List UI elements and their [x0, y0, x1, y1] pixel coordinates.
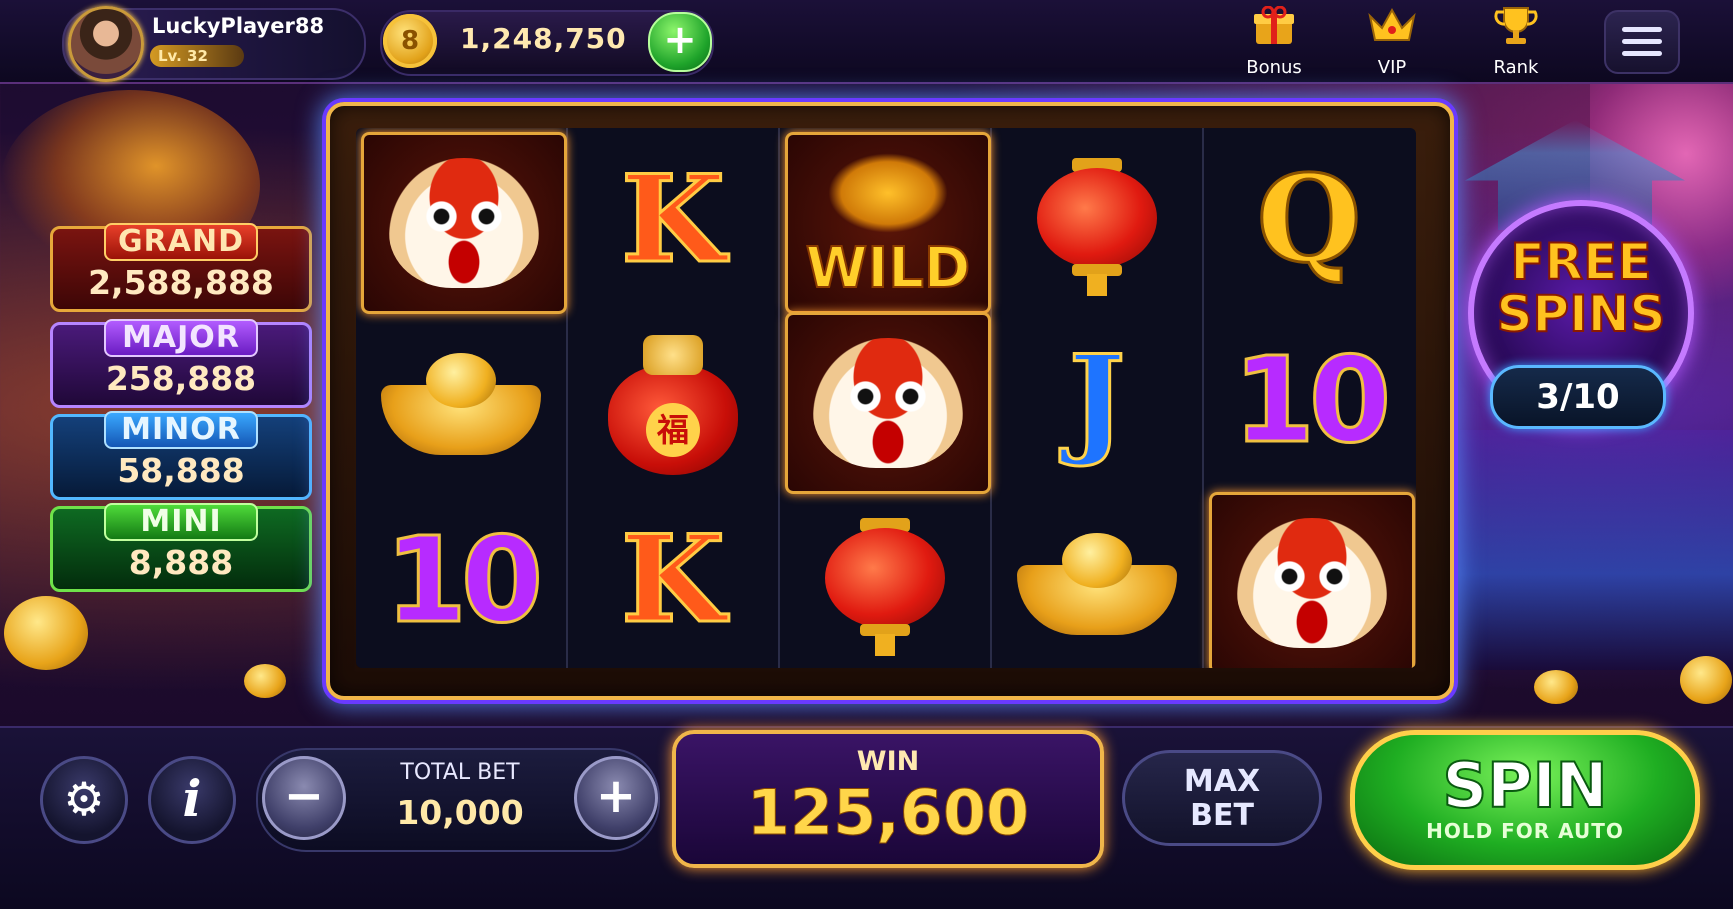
- max-bet-button[interactable]: MAX BET: [1122, 750, 1322, 846]
- nav-label: Rank: [1493, 57, 1539, 78]
- lion-dance-icon: [1237, 518, 1387, 648]
- player-level-badge: Lv. 32: [150, 45, 244, 67]
- menu-button[interactable]: [1604, 10, 1680, 74]
- trophy-icon: [1474, 6, 1558, 57]
- city-skyline-decoration: [1430, 430, 1733, 670]
- rank-button[interactable]: Rank: [1474, 6, 1558, 78]
- increase-bet-button[interactable]: +: [574, 756, 658, 840]
- spin-subtitle: HOLD FOR AUTO: [1426, 819, 1624, 843]
- lion-dance-icon: [813, 338, 963, 468]
- win-panel: WIN 125,600: [672, 730, 1104, 868]
- symbol-queen: Q: [1209, 132, 1409, 308]
- symbol-ten: 10: [361, 492, 561, 668]
- jack-symbol: J: [1067, 329, 1127, 470]
- avatar[interactable]: [68, 6, 144, 82]
- jackpot-minor: MINOR 58,888: [50, 411, 312, 500]
- jackpot-major-value: 258,888: [105, 359, 257, 398]
- gold-ingot-icon: [1017, 525, 1177, 635]
- total-bet-value: 10,000: [396, 793, 524, 832]
- player-name: LuckyPlayer88: [152, 14, 325, 38]
- free-spins-line2: SPINS: [1495, 285, 1666, 343]
- lantern-icon: [1032, 150, 1162, 296]
- king-symbol: K: [619, 509, 726, 650]
- jackpot-mini-value: 8,888: [128, 543, 234, 582]
- jackpot-major-label: MAJOR: [104, 319, 258, 357]
- symbol-gold-ingot: [361, 312, 561, 488]
- jackpot-major: MAJOR 258,888: [50, 319, 312, 408]
- symbol-lucky-bag: 福: [573, 312, 773, 488]
- nav-label: Bonus: [1246, 57, 1302, 78]
- lantern-icon: [820, 510, 950, 656]
- lion-dance-icon: [389, 158, 539, 288]
- symbol-lion-dance: [1209, 492, 1415, 668]
- jackpot-grand-value: 2,588,888: [88, 263, 274, 302]
- spin-button[interactable]: SPIN HOLD FOR AUTO: [1350, 730, 1700, 870]
- dragon-icon: [828, 153, 948, 233]
- fu-character: 福: [646, 403, 700, 457]
- info-icon: i: [182, 769, 202, 828]
- symbol-lion-dance: [785, 312, 991, 494]
- jackpot-grand-label: GRAND: [104, 223, 258, 261]
- add-coins-button[interactable]: +: [648, 12, 712, 72]
- king-symbol: K: [619, 149, 726, 290]
- reel-1: 10: [356, 128, 568, 668]
- gear-icon: ⚙: [63, 772, 105, 826]
- win-amount: 125,600: [746, 776, 1030, 850]
- crown-icon: [1350, 6, 1434, 57]
- info-button[interactable]: i: [148, 756, 236, 844]
- free-spins-counter: 3/10: [1490, 365, 1666, 429]
- symbol-wild: WILD: [785, 132, 991, 314]
- decrease-bet-button[interactable]: −: [262, 756, 346, 840]
- max-bet-line1: MAX: [1183, 764, 1261, 799]
- settings-button[interactable]: ⚙: [40, 756, 128, 844]
- symbol-lion-dance: [361, 132, 567, 314]
- spin-label: SPIN: [1441, 748, 1608, 823]
- gold-coin-decoration: [244, 664, 286, 698]
- jackpot-mini: MINI 8,888: [50, 503, 312, 592]
- queen-symbol: Q: [1255, 149, 1363, 290]
- ten-symbol: 10: [1231, 330, 1392, 471]
- gold-ingot-icon: [381, 345, 541, 455]
- symbol-lantern: [997, 132, 1197, 308]
- lucky-bag-icon: 福: [598, 325, 748, 475]
- reel-4: J: [992, 128, 1204, 668]
- symbol-ten: 10: [1209, 312, 1409, 488]
- jackpot-minor-label: MINOR: [104, 411, 258, 449]
- reel-3: WILD: [780, 128, 992, 668]
- reel-grid[interactable]: 10 K 福 K WILD J Q 10: [356, 128, 1416, 668]
- jackpot-grand: GRAND 2,588,888: [50, 223, 312, 312]
- win-label: WIN: [856, 746, 920, 777]
- gold-coin-decoration: [1534, 670, 1578, 704]
- reel-2: K 福 K: [568, 128, 780, 668]
- jackpot-mini-label: MINI: [104, 503, 258, 541]
- symbol-king: K: [573, 132, 773, 308]
- jackpot-minor-value: 58,888: [117, 451, 245, 490]
- symbol-gold-ingot: [997, 492, 1197, 668]
- reel-5: Q 10: [1204, 128, 1415, 668]
- symbol-lantern: [785, 492, 985, 668]
- gold-coin-decoration: [4, 596, 88, 670]
- wild-label: WILD: [805, 235, 972, 302]
- coin-icon: 8: [383, 14, 437, 68]
- symbol-jack: J: [997, 312, 1197, 488]
- nav-label: VIP: [1377, 57, 1407, 78]
- free-spins-line1: FREE: [1510, 233, 1653, 291]
- symbol-king: K: [573, 492, 773, 668]
- coin-balance: 1,248,750: [460, 22, 627, 55]
- gold-coin-decoration: [1680, 656, 1732, 704]
- total-bet-label: TOTAL BET: [400, 760, 520, 785]
- max-bet-line2: BET: [1190, 798, 1254, 833]
- gift-icon: [1232, 5, 1316, 57]
- bonus-button[interactable]: Bonus: [1232, 5, 1316, 78]
- ten-symbol: 10: [383, 510, 544, 651]
- vip-button[interactable]: VIP: [1350, 6, 1434, 78]
